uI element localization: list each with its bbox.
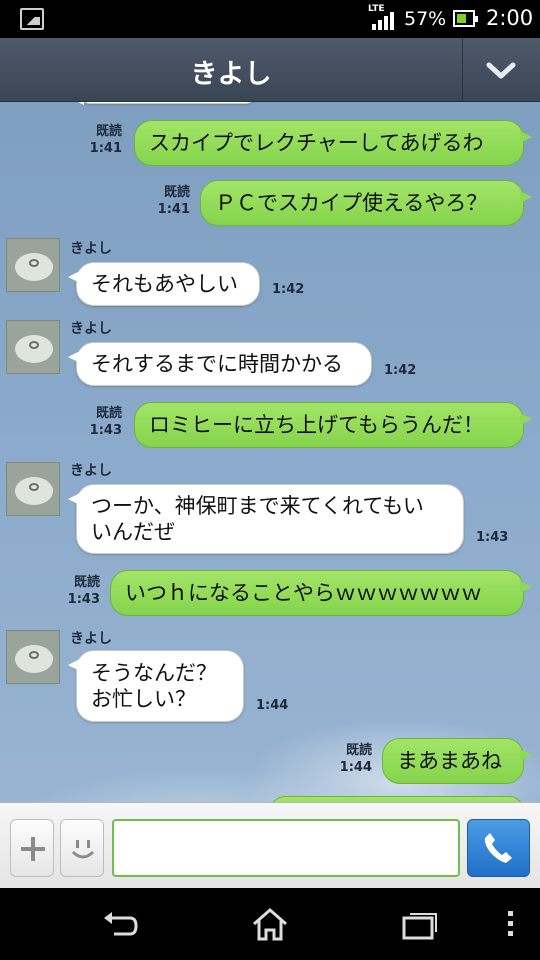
phone-icon [484, 833, 512, 863]
sender-name: きよし [70, 321, 112, 337]
home-button[interactable] [250, 906, 290, 942]
message-text: ＰＣでスカイプ使えるやろ？ [215, 191, 488, 215]
back-icon [104, 912, 138, 936]
message-bubble[interactable]: まあまあね [382, 738, 532, 784]
message-time: 1:42 [384, 363, 417, 378]
message-time: 1:41 [157, 202, 190, 217]
battery-icon [453, 10, 478, 27]
message-bubble[interactable]: ＰＣでスカイプ使えるやろ？ [200, 180, 532, 226]
message-input[interactable] [112, 819, 460, 877]
menu-icon [508, 911, 513, 936]
sender-name: きよし [70, 463, 112, 479]
navigation-bar [0, 888, 540, 960]
read-receipt: 既読 [95, 124, 122, 139]
call-button[interactable] [467, 819, 530, 877]
battery-percent: 57% [404, 8, 447, 30]
sticker-button[interactable] [60, 819, 104, 877]
message-bubble[interactable]: そうなんだ？ お忙しい？ [68, 650, 244, 722]
back-button[interactable] [100, 906, 140, 942]
chat-header: きよし [0, 38, 540, 102]
add-attachment-button[interactable] [10, 819, 54, 877]
status-bar: LTE 57% 2:00 [0, 0, 540, 38]
message-list[interactable]: 既読 1:41 スカイプでレクチャーしてあげるわ 既読 1:41 ＰＣでスカイプ… [0, 102, 540, 802]
input-bar [0, 802, 540, 888]
signal-icon [372, 12, 396, 30]
message-time: 1:44 [339, 760, 372, 775]
message-bubble[interactable]: つーか、神保町まで来てくれてもい いんだぜ [68, 484, 464, 554]
partial-message-bubble [72, 102, 256, 105]
message-time: 1:43 [476, 530, 509, 545]
sender-name: きよし [70, 241, 112, 257]
recent-apps-button[interactable] [400, 906, 440, 942]
recent-apps-icon [402, 913, 437, 940]
home-icon [253, 908, 287, 941]
message-time: 1:44 [256, 698, 289, 713]
header-menu-button[interactable] [463, 38, 540, 102]
message-bubble[interactable]: それするまでに時間かかる [68, 342, 372, 386]
plus-icon [21, 837, 45, 861]
message-text: そうなんだ？ お忙しい？ [91, 661, 217, 711]
message-meta: 既読 1:43 [80, 405, 122, 439]
message-bubble[interactable]: いつｈになることやらｗｗｗｗｗｗｗ [110, 570, 532, 616]
message-text: まあまあね [397, 749, 502, 773]
message-time: 1:41 [89, 141, 122, 156]
message-text: つーか、神保町まで来てくれてもい いんだぜ [91, 494, 424, 544]
message-time: 1:43 [89, 423, 122, 438]
chevron-down-icon [486, 62, 516, 79]
chat-title: きよし [190, 59, 272, 90]
message-bubble[interactable]: ロミヒーに立ち上げてもらうんだ！ [134, 402, 532, 448]
avatar[interactable] [6, 630, 60, 684]
read-receipt: 既読 [345, 743, 372, 758]
avatar[interactable] [6, 238, 60, 292]
message-text: いつｈになることやらｗｗｗｗｗｗｗ [125, 581, 482, 605]
message-bubble[interactable]: スカイプでレクチャーしてあげるわ [134, 120, 532, 166]
message-text: ロミヒーに立ち上げてもらうんだ！ [149, 413, 484, 437]
message-text: スカイプでレクチャーしてあげるわ [149, 131, 484, 155]
clock: 2:00 [486, 6, 534, 30]
avatar[interactable] [6, 320, 60, 374]
smiley-icon [71, 840, 95, 859]
read-receipt: 既読 [163, 185, 190, 200]
message-text: それもあやしい [91, 272, 238, 296]
read-receipt: 既読 [95, 406, 122, 421]
sender-name: きよし [70, 631, 112, 647]
message-meta: 既読 1:41 [80, 123, 122, 157]
read-receipt: 既読 [73, 575, 100, 590]
message-meta: 既読 1:41 [148, 184, 190, 218]
message-time: 1:42 [272, 282, 305, 297]
message-time: 1:43 [67, 592, 100, 607]
message-meta: 既読 1:43 [58, 574, 100, 608]
avatar[interactable] [6, 462, 60, 516]
image-notification-icon [20, 8, 44, 30]
message-text: それするまでに時間かかる [91, 352, 343, 376]
message-bubble[interactable]: それもあやしい [68, 262, 260, 306]
menu-button[interactable] [496, 906, 526, 942]
message-meta: 既読 1:44 [330, 742, 372, 776]
